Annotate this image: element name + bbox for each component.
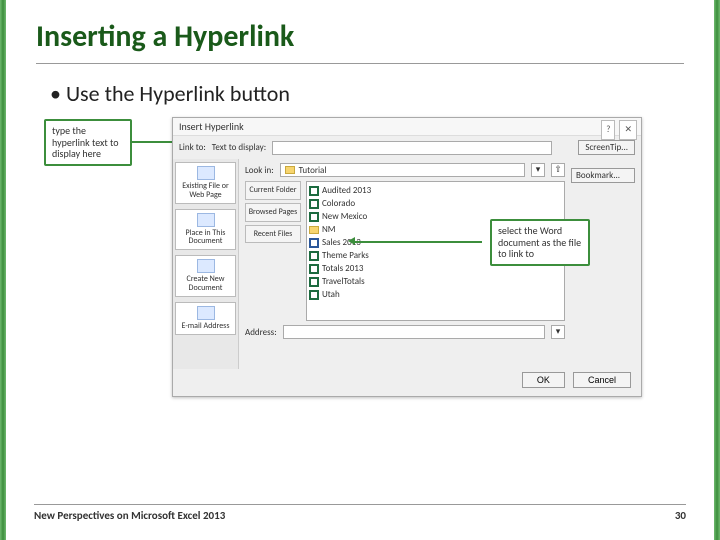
ok-button[interactable]: OK — [522, 372, 565, 388]
list-item: Colorado — [309, 197, 562, 210]
excel-icon — [309, 199, 319, 209]
slide-title: Inserting a Hyperlink — [36, 18, 684, 55]
tab-browsed-pages[interactable]: Browsed Pages — [245, 203, 301, 222]
callout-select-word-doc: select the Word document as the file to … — [490, 219, 590, 266]
excel-icon — [309, 212, 319, 222]
up-folder-icon[interactable]: ⇧ — [551, 163, 565, 177]
link-to-label: Link to: — [179, 142, 206, 153]
bullet-text: Use the Hyperlink button — [50, 80, 684, 107]
excel-icon — [309, 186, 319, 196]
link-to-email[interactable]: E-mail Address — [175, 302, 236, 335]
list-item: Audited 2013 — [309, 184, 562, 197]
look-in-value: Tutorial — [299, 165, 327, 176]
footer-left: New Perspectives on Microsoft Excel 2013 — [34, 509, 225, 522]
text-to-display-label: Text to display: — [212, 142, 266, 153]
page-number: 30 — [675, 509, 686, 522]
help-icon[interactable]: ? — [601, 120, 615, 140]
look-in-dropdown[interactable]: Tutorial — [280, 163, 525, 177]
excel-icon — [309, 277, 319, 287]
link-to-panel: Existing File or Web Page Place in This … — [173, 159, 239, 369]
address-dropdown-icon[interactable]: ▾ — [551, 325, 565, 339]
cancel-button[interactable]: Cancel — [573, 372, 631, 388]
close-icon[interactable]: ✕ — [619, 120, 637, 140]
link-to-existing-file[interactable]: Existing File or Web Page — [175, 162, 236, 204]
excel-icon — [309, 264, 319, 274]
text-to-display-input[interactable] — [272, 141, 552, 155]
link-to-place-in-doc[interactable]: Place in This Document — [175, 209, 236, 251]
bookmark-button[interactable]: Bookmark... — [571, 168, 635, 183]
dropdown-icon[interactable]: ▾ — [531, 163, 545, 177]
screentip-button[interactable]: ScreenTip... — [578, 140, 635, 155]
link-to-create-new[interactable]: Create New Document — [175, 255, 236, 297]
address-input[interactable] — [283, 325, 545, 339]
title-rule — [36, 63, 684, 64]
nav-tabs: Current Folder Browsed Pages Recent File… — [245, 181, 301, 243]
dialog-title: Insert Hyperlink — [179, 120, 244, 133]
excel-icon — [309, 251, 319, 261]
document-icon — [197, 213, 215, 227]
slide-footer: New Perspectives on Microsoft Excel 2013… — [0, 504, 720, 522]
arrow-icon — [348, 237, 355, 245]
email-icon — [197, 306, 215, 320]
window-controls: ? ✕ — [599, 120, 637, 140]
excel-icon — [309, 290, 319, 300]
new-doc-icon — [197, 259, 215, 273]
list-item: TravelTotals — [309, 275, 562, 288]
look-in-label: Look in: — [245, 165, 274, 176]
tab-recent-files[interactable]: Recent Files — [245, 225, 301, 244]
address-label: Address: — [245, 327, 277, 338]
footer-rule — [34, 504, 686, 505]
globe-page-icon — [197, 166, 215, 180]
callout-connector — [354, 241, 482, 243]
screenshot-container: type the hyperlink text to display here … — [126, 125, 656, 415]
list-item: Utah — [309, 288, 562, 301]
callout-text-to-display: type the hyperlink text to display here — [44, 119, 132, 166]
folder-icon — [285, 166, 295, 174]
dialog-titlebar: Insert Hyperlink ? ✕ — [173, 118, 641, 136]
tab-current-folder[interactable]: Current Folder — [245, 181, 301, 200]
folder-icon — [309, 226, 319, 234]
word-icon — [309, 238, 319, 248]
